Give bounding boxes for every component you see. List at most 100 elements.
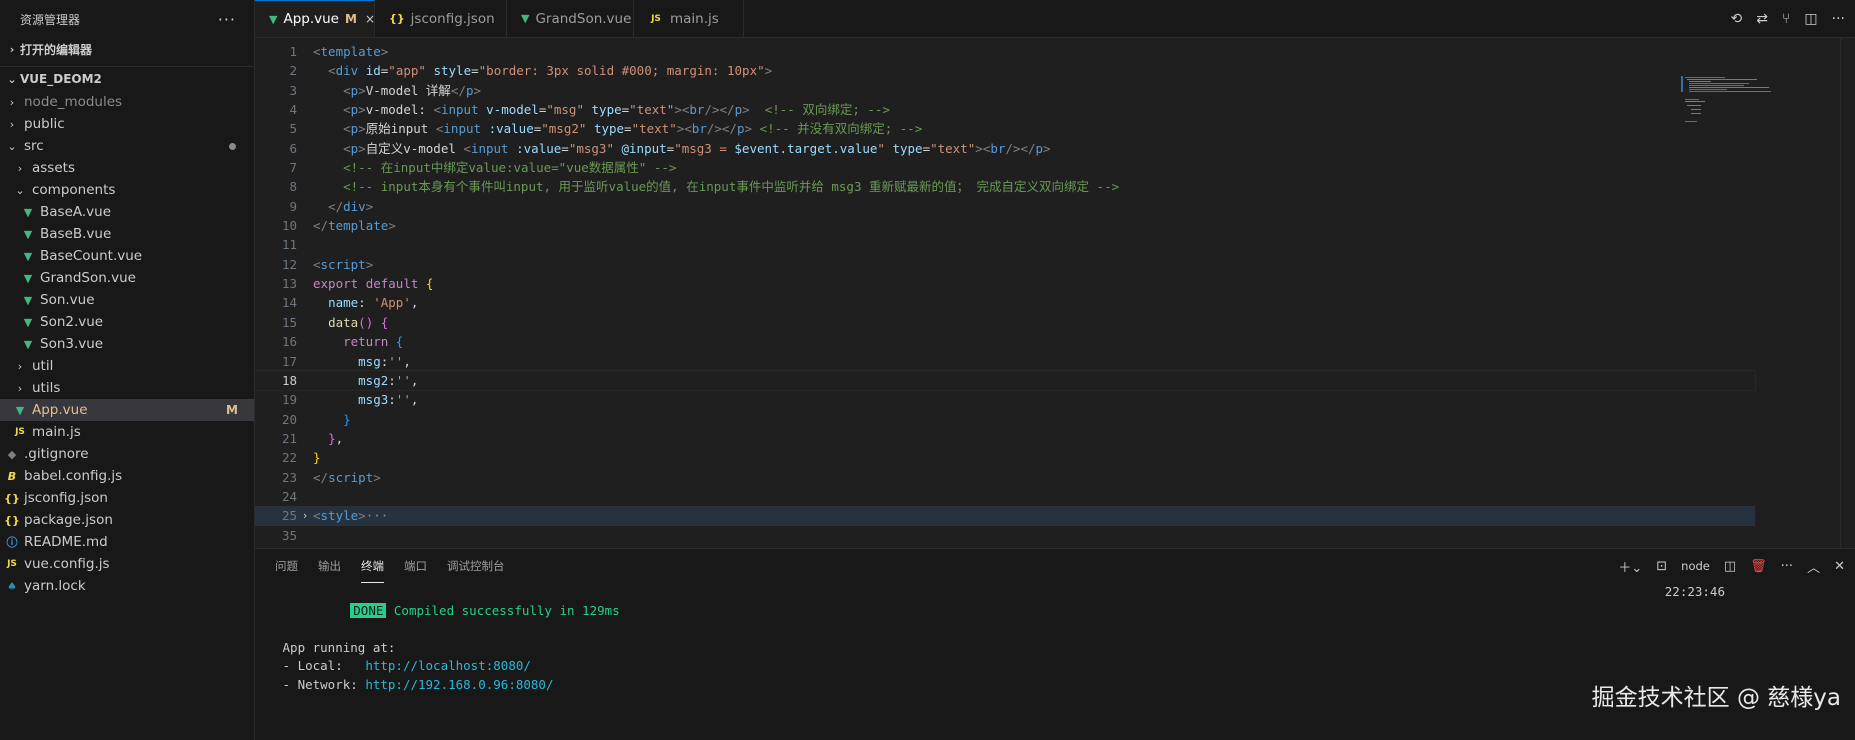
gutter[interactable] [297,410,313,429]
file-item[interactable]: {} package.json [0,509,254,531]
code-line[interactable]: 9 </div> [255,197,1755,216]
file-item[interactable]: JS vue.config.js [0,553,254,575]
folder-item[interactable]: › public [0,113,254,135]
gutter[interactable] [297,139,313,158]
network-url-link[interactable]: http://192.168.0.96:8080/ [365,677,553,692]
local-url-link[interactable]: http://localhost:8080/ [365,658,531,673]
terminal-icon[interactable]: ⊡ [1656,559,1667,574]
tab-grandson-vue[interactable]: ▼ GrandSon.vue [507,0,634,37]
file-item[interactable]: ▼ BaseCount.vue [0,245,254,267]
gutter[interactable] [297,100,313,119]
gutter[interactable] [297,255,313,274]
gutter[interactable] [297,352,313,371]
file-item[interactable]: ▼ GrandSon.vue [0,267,254,289]
gutter[interactable] [297,390,313,409]
file-item[interactable]: ▼ BaseA.vue [0,201,254,223]
gutter[interactable] [297,448,313,467]
code-line[interactable]: 7 <!-- 在input中绑定value:value="vue数据属性" --… [255,158,1755,177]
gutter[interactable] [297,119,313,138]
code-line[interactable]: 15 data() { [255,313,1755,332]
file-item[interactable]: {} jsconfig.json [0,487,254,509]
gutter[interactable] [297,197,313,216]
gutter[interactable] [297,526,313,545]
terminal-shell-label[interactable]: node [1681,559,1710,573]
split-editor-icon[interactable]: ◫ [1804,11,1817,27]
code-line[interactable]: 8 <!-- input本身有个事件叫input, 用于监听value的值, 在… [255,177,1755,196]
gutter[interactable] [297,429,313,448]
open-editors-section[interactable]: › 打开的编辑器 [0,38,254,60]
source-control-icon[interactable]: ⑂ [1782,11,1790,27]
file-item[interactable]: ▼ BaseB.vue [0,223,254,245]
close-panel-icon[interactable]: ✕ [1834,559,1845,574]
code-line[interactable]: 21 }, [255,429,1755,448]
timeline-icon[interactable]: ⟲ [1731,11,1743,27]
folder-item[interactable]: › util [0,355,254,377]
file-item[interactable]: ▼ App.vue M [0,399,254,421]
folder-item[interactable]: › utils [0,377,254,399]
code-line[interactable]: 35 [255,526,1755,545]
code-line[interactable]: 22} [255,448,1755,467]
code-line[interactable]: 24 [255,487,1755,506]
panel-tab[interactable]: 输出 [318,549,341,583]
gutter[interactable] [297,61,313,80]
code-line[interactable]: 6 <p>自定义v-model <input :value="msg3" @in… [255,139,1755,158]
trash-icon[interactable]: 🗑 [1750,559,1767,574]
tab-app-vue[interactable]: ▼ App.vue M × [255,0,375,37]
folder-item[interactable]: ⌄ components [0,179,254,201]
code-line[interactable]: 11 [255,235,1755,254]
tab-jsconfig-json[interactable]: {} jsconfig.json [375,0,507,37]
code-line[interactable]: 2 <div id="app" style="border: 3px solid… [255,61,1755,80]
code-line[interactable]: 13 export default { [255,274,1755,293]
file-item[interactable]: ◆ .gitignore [0,443,254,465]
gutter[interactable] [297,235,313,254]
file-item[interactable]: JS main.js [0,421,254,443]
file-item[interactable]: ⓘ README.md [0,531,254,553]
code-line[interactable]: 19 msg3:'', [255,390,1755,409]
panel-tab[interactable]: 端口 [404,549,427,583]
gutter[interactable] [297,332,313,351]
more-actions-icon[interactable]: ··· [1781,559,1793,574]
project-section[interactable]: ⌄ VUE_DEOM2 [0,66,254,91]
panel-tab[interactable]: 问题 [275,549,298,583]
code-lines[interactable]: 1 <template> 2 <div id="app" style="border… [255,42,1756,545]
code-line[interactable]: 23 </script> [255,468,1755,487]
code-line[interactable]: 12 <script> [255,255,1755,274]
code-line[interactable]: 3 <p>V-model 详解</p> [255,81,1755,100]
code-line[interactable]: 17 msg:'', [255,352,1755,371]
code-line[interactable]: 4 <p>v-model: <input v-model="msg" type=… [255,100,1755,119]
code-line[interactable]: 25 › <style>··· [255,506,1755,526]
file-item[interactable]: Bbabel.config.js [0,465,254,487]
gutter[interactable] [297,313,313,332]
code-line[interactable]: 16 return { [255,332,1755,351]
split-terminal-icon[interactable]: ◫ [1724,559,1736,574]
close-icon[interactable]: × [365,12,375,26]
code-line[interactable]: 14 name: 'App', [255,293,1755,312]
editor-scrollbar[interactable] [1840,38,1855,548]
gutter[interactable] [297,274,313,293]
new-terminal-icon[interactable]: ＋⌄ [1618,557,1642,576]
folder-item[interactable]: ⌄ src [0,135,254,157]
code-line[interactable]: 10 </template> [255,216,1755,235]
code-editor[interactable]: 1 <template> 2 <div id="app" style="border… [255,38,1855,548]
gutter[interactable] [297,468,313,487]
maximize-panel-icon[interactable]: ︿ [1807,557,1820,576]
file-item[interactable]: ▼ Son.vue [0,289,254,311]
tab-main-js[interactable]: JS main.js [634,0,744,37]
file-item[interactable]: ▼ Son2.vue [0,311,254,333]
compare-changes-icon[interactable]: ⇄ [1756,11,1768,27]
gutter[interactable] [297,177,313,196]
gutter[interactable] [297,487,313,506]
gutter[interactable] [297,158,313,177]
gutter[interactable] [297,42,313,61]
folder-item[interactable]: › assets [0,157,254,179]
gutter[interactable] [297,216,313,235]
more-actions-icon[interactable]: ··· [218,10,236,29]
code-line[interactable]: 20 } [255,410,1755,429]
panel-tab[interactable]: 终端 [361,549,384,583]
gutter[interactable] [297,81,313,100]
gutter[interactable] [297,371,313,390]
more-actions-icon[interactable]: ··· [1832,11,1845,27]
folder-item[interactable]: › node_modules [0,91,254,113]
minimap[interactable] [1681,76,1771,136]
code-line[interactable]: 5 <p>原始input <input :value="msg2" type="… [255,119,1755,138]
